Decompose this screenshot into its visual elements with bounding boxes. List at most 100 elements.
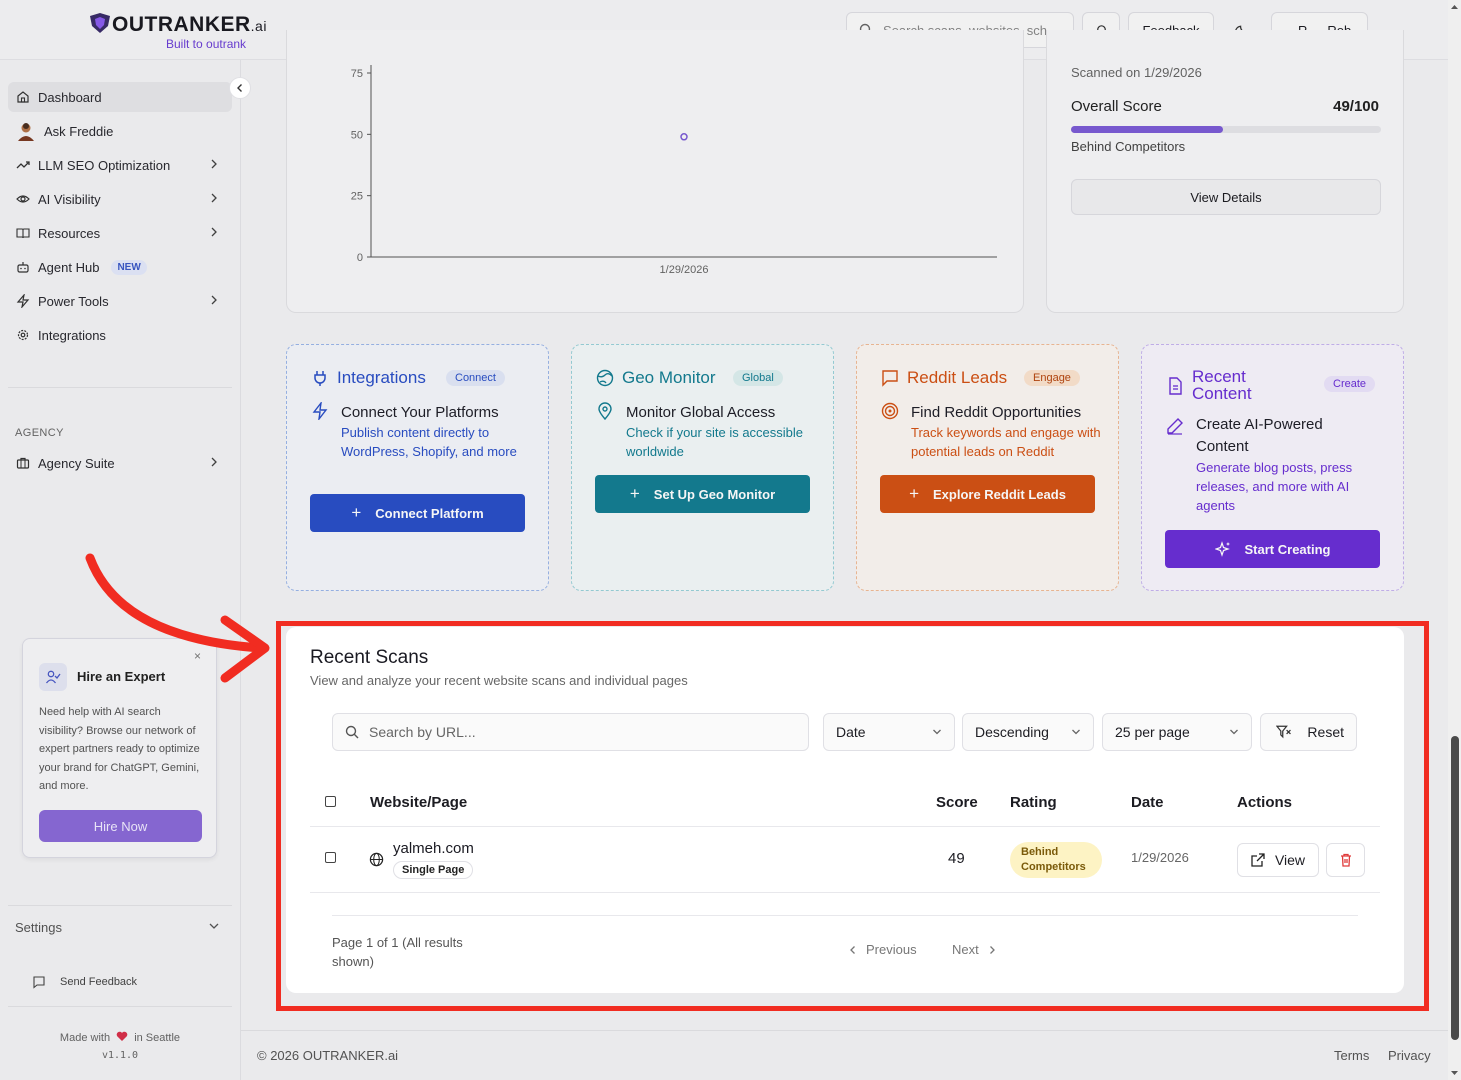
connect-platform-button[interactable]: + Connect Platform — [310, 494, 525, 532]
chevron-right-icon — [211, 159, 217, 169]
url-search-input[interactable]: Search by URL... — [332, 713, 809, 751]
engage-tag: Engage — [1024, 370, 1080, 386]
select-all-checkbox[interactable] — [325, 796, 336, 807]
chevron-down-icon — [1230, 729, 1238, 735]
scroll-thumb[interactable] — [1451, 736, 1459, 1040]
overall-score-value: 49/100 — [1333, 98, 1379, 115]
integrations-subtitle: Connect Your Platforms — [341, 404, 499, 421]
message-square-icon — [882, 370, 898, 387]
column-header-website[interactable]: Website/Page — [370, 794, 467, 811]
sidebar-item-label: LLM SEO Optimization — [38, 157, 171, 173]
sidebar-item-ai-visibility[interactable]: AI Visibility — [8, 184, 232, 214]
privacy-link[interactable]: Privacy — [1388, 1048, 1431, 1063]
sidebar-item-agency-suite[interactable]: Agency Suite — [8, 448, 232, 478]
chevron-right-icon — [211, 295, 217, 305]
reset-filters-button[interactable]: Reset — [1260, 713, 1357, 751]
recent-content-card: Recent Content Create Create AI-Powered Co… — [1141, 344, 1404, 591]
column-header-score[interactable]: Score — [936, 794, 978, 811]
send-feedback-link[interactable]: Send Feedback — [24, 967, 224, 997]
sidebar-item-label: Resources — [38, 225, 101, 241]
logo[interactable]: OUTRANKER.ai Built to outrank — [88, 12, 267, 51]
hire-now-button[interactable]: Hire Now — [39, 810, 202, 842]
sidebar-item-resources[interactable]: Resources — [8, 218, 232, 248]
scroll-down-arrow[interactable] — [1448, 1068, 1461, 1078]
per-page-select[interactable]: 25 per page — [1102, 713, 1252, 751]
score-value: 49 — [948, 850, 965, 867]
global-tag: Global — [733, 370, 783, 386]
recent-content-title: Recent Content — [1192, 367, 1252, 403]
plus-icon: + — [909, 484, 919, 503]
geo-monitor-desc: Check if your site is accessible worldwi… — [626, 425, 804, 459]
pagination-info: Page 1 of 1 (All results shown) — [332, 935, 463, 969]
reddit-leads-card: Reddit Leads Engage Find Reddit Opportun… — [856, 344, 1119, 591]
y-tick-label: 50 — [351, 129, 363, 141]
book-icon — [16, 228, 30, 239]
column-header-rating[interactable]: Rating — [1010, 794, 1057, 811]
gear-icon — [17, 329, 29, 341]
sidebar-item-dashboard[interactable]: Dashboard — [8, 82, 232, 112]
create-tag: Create — [1324, 376, 1376, 392]
url-search-placeholder: Search by URL... — [369, 724, 476, 740]
recent-scans-subtitle: View and analyze your recent website sca… — [310, 673, 688, 688]
external-link-icon — [1251, 853, 1265, 867]
logo-icon — [90, 13, 110, 33]
sidebar-item-label: Power Tools — [38, 293, 109, 309]
sort-field-select[interactable]: Date — [823, 713, 955, 751]
sidebar-item-llm-seo[interactable]: LLM SEO Optimization — [8, 150, 232, 180]
plus-icon: + — [629, 484, 640, 503]
setup-geo-monitor-button[interactable]: + Set Up Geo Monitor — [595, 475, 810, 513]
filter-x-icon — [1276, 725, 1291, 739]
column-header-actions: Actions — [1237, 794, 1293, 811]
x-tick-label: 1/29/2026 — [660, 264, 709, 276]
sort-order-select[interactable]: Descending — [962, 713, 1094, 751]
recent-scans-title: Recent Scans — [310, 647, 429, 668]
geo-monitor-subtitle: Monitor Global Access — [626, 404, 776, 421]
sidebar-item-ask-freddie[interactable]: Ask Freddie — [8, 116, 232, 146]
heart-icon — [116, 1031, 128, 1041]
chevron-right-icon — [211, 457, 217, 467]
delete-scan-button[interactable] — [1326, 843, 1365, 877]
trending-up-icon — [16, 161, 30, 169]
reddit-leads-subtitle: Find Reddit Opportunities — [911, 404, 1082, 421]
recent-content-subtitle: Create AI-Powered Content — [1196, 416, 1323, 455]
score-progress-bar — [1071, 126, 1381, 133]
sidebar-divider — [8, 1006, 232, 1007]
sidebar-divider — [8, 387, 232, 388]
chevron-down-icon — [933, 729, 941, 735]
row-checkbox[interactable] — [325, 852, 336, 863]
user-check-icon — [39, 663, 67, 691]
previous-page-button[interactable]: Previous — [848, 942, 917, 957]
scroll-up-arrow[interactable] — [1448, 2, 1461, 12]
chart-plot: 75 50 25 0 1/29/2026 — [351, 65, 997, 276]
sidebar-item-integrations[interactable]: Integrations — [8, 320, 232, 350]
data-point — [680, 133, 688, 141]
scanned-on-text: Scanned on 1/29/2026 — [1071, 65, 1202, 80]
globe-icon — [369, 852, 384, 867]
chevron-right-icon — [211, 193, 217, 203]
settings-section[interactable]: Settings — [8, 912, 232, 942]
table-row[interactable]: yalmeh.com Single Page 49 1/29/2026 — [310, 827, 1380, 892]
chevron-right-icon — [211, 227, 217, 237]
sidebar-item-power-tools[interactable]: Power Tools — [8, 286, 232, 316]
terms-link[interactable]: Terms — [1334, 1048, 1369, 1063]
explore-reddit-leads-button[interactable]: + Explore Reddit Leads — [880, 475, 1095, 513]
made-with-text: Made with in Seattle — [59, 1031, 181, 1044]
site-name-link[interactable]: yalmeh.com — [393, 840, 474, 857]
collapse-sidebar-button[interactable] — [229, 77, 251, 99]
column-header-date[interactable]: Date — [1131, 794, 1164, 811]
chevron-right-icon — [989, 945, 995, 954]
settings-label: Settings — [15, 919, 62, 935]
view-scan-button[interactable]: View — [1237, 843, 1319, 877]
table-row-divider — [310, 892, 1380, 893]
start-creating-button[interactable]: Start Creating — [1165, 530, 1380, 568]
scan-date: 1/29/2026 — [1131, 850, 1189, 865]
rating-badge: Behind Competitors — [1010, 842, 1102, 878]
hire-expert-body: Need help with AI search visibility? Bro… — [39, 706, 200, 792]
footer-divider — [241, 1030, 1448, 1031]
avatar — [18, 123, 34, 141]
sidebar-item-agent-hub[interactable]: Agent Hub NEW — [8, 252, 232, 282]
view-details-button[interactable]: View Details — [1071, 179, 1381, 215]
y-tick-label: 75 — [351, 68, 363, 80]
next-page-button[interactable]: Next — [952, 942, 997, 957]
recent-scans-panel: Recent Scans View and analyze your recen… — [286, 627, 1404, 993]
